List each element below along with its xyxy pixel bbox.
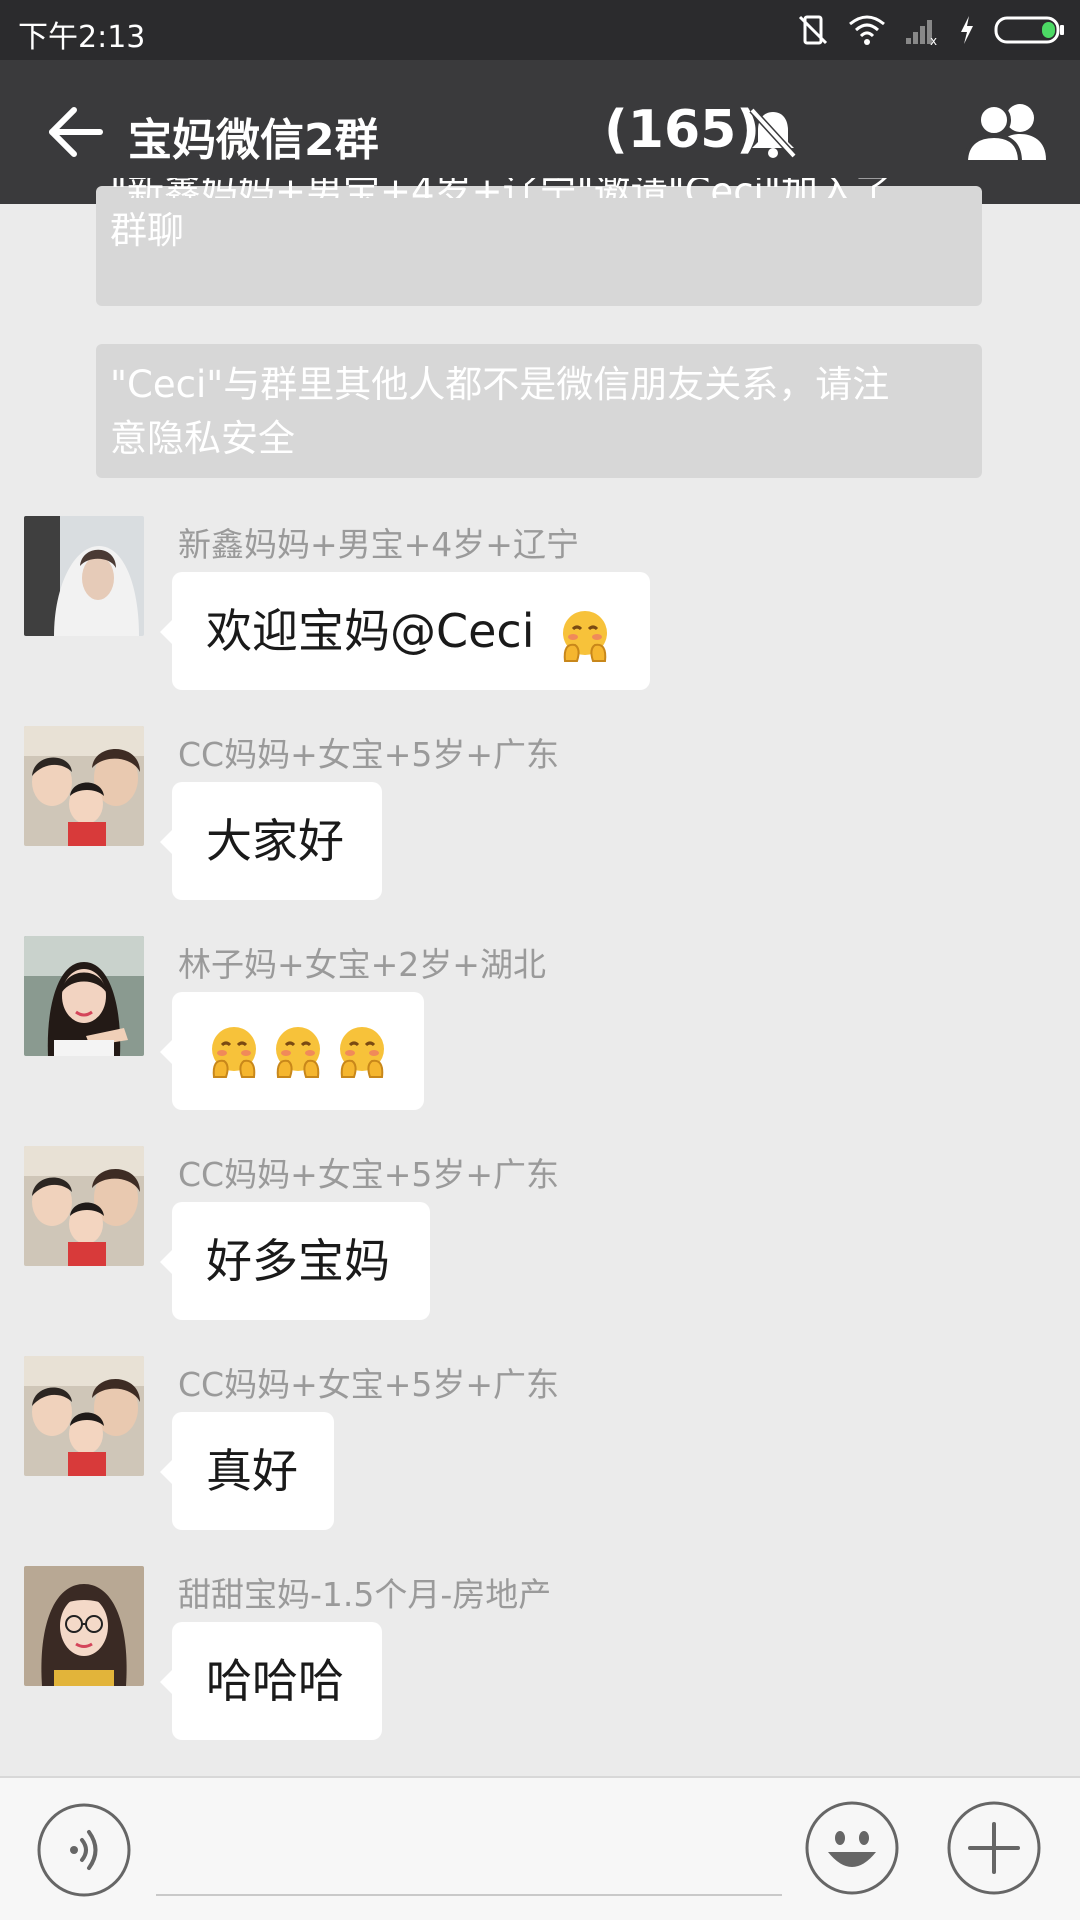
system-notice-privacy: "Ceci"与群里其他人都不是微信朋友关系，请注 意隐私安全 (96, 344, 982, 478)
charging-icon (961, 16, 973, 44)
blushing-hands-emoji-icon (276, 1027, 320, 1078)
avatar[interactable] (24, 1566, 144, 1686)
bell-off-icon (749, 107, 797, 159)
avatar[interactable] (24, 726, 144, 846)
blushing-hands-emoji-icon (340, 1027, 384, 1078)
message-item: 新鑫妈妈+男宝+4岁+辽宁 欢迎宝妈@Ceci (0, 516, 1080, 696)
smiley-icon[interactable] (804, 1800, 900, 1896)
message-bubble[interactable]: 真好 (160, 1412, 334, 1530)
message-bubble[interactable]: 大家好 (160, 782, 382, 900)
arrow-left-icon[interactable] (44, 104, 104, 160)
input-bar (0, 1776, 1080, 1920)
message-item: 林子妈+女宝+2岁+湖北 (0, 936, 1080, 1116)
sender-name: CC妈妈+女宝+5岁+广东 (178, 1365, 560, 1404)
blushing-hands-emoji-icon (563, 610, 608, 662)
people-icon[interactable] (964, 100, 1050, 164)
message-bubble[interactable] (160, 992, 424, 1110)
notice-line: "Ceci"与群里其他人都不是微信朋友关系，请注 (110, 363, 890, 406)
status-icons: x (796, 10, 1066, 50)
message-bubble[interactable]: 欢迎宝妈@Ceci (160, 572, 650, 690)
emoji-row (206, 992, 390, 1110)
notice-line: 意隐私安全 (110, 417, 295, 460)
message-text: 大家好 (206, 814, 344, 868)
status-time: 下午2:13 (18, 20, 146, 55)
message-item: 甜甜宝妈-1.5个月-房地产 哈哈哈 (0, 1566, 1080, 1746)
system-notice-invite: "新鑫妈妈+男宝+4岁+辽宁"邀请"Ceci"加入了 群聊 (96, 178, 982, 306)
message-item: CC妈妈+女宝+5岁+广东 大家好 (0, 726, 1080, 906)
voice-icon[interactable] (36, 1802, 132, 1898)
sender-name: 林子妈+女宝+2岁+湖北 (178, 945, 546, 984)
notice-line: 群聊 (110, 209, 184, 252)
signal-icon: x (906, 20, 937, 46)
message-bubble[interactable]: 哈哈哈 (160, 1622, 382, 1740)
avatar[interactable] (24, 516, 144, 636)
status-bar: 下午2:13 x (0, 0, 1080, 60)
avatar[interactable] (24, 1146, 144, 1266)
message-bubble[interactable]: 好多宝妈 (160, 1202, 430, 1320)
sender-name: CC妈妈+女宝+5岁+广东 (178, 735, 560, 774)
avatar[interactable] (24, 1356, 144, 1476)
sender-name: CC妈妈+女宝+5岁+广东 (178, 1155, 560, 1194)
blushing-hands-emoji-icon (212, 1027, 256, 1078)
message-input[interactable] (156, 1894, 782, 1896)
message-item: CC妈妈+女宝+5岁+广东 好多宝妈 (0, 1146, 1080, 1326)
message-text: 好多宝妈 (206, 1234, 390, 1288)
notice-line: "新鑫妈妈+男宝+4岁+辽宁"邀请"Ceci"加入了 (110, 178, 968, 198)
message-text: 哈哈哈 (206, 1654, 344, 1708)
chat-title: 宝妈微信2群 (128, 115, 379, 166)
message-text: 真好 (206, 1444, 298, 1498)
sender-name: 新鑫妈妈+男宝+4岁+辽宁 (178, 525, 579, 564)
plus-icon[interactable] (946, 1800, 1042, 1896)
message-text: 欢迎宝妈@Ceci (206, 604, 535, 658)
wifi-icon (849, 15, 885, 45)
avatar[interactable] (24, 936, 144, 1056)
sender-name: 甜甜宝妈-1.5个月-房地产 (178, 1575, 552, 1614)
member-count: (165) (604, 100, 761, 160)
message-item: CC妈妈+女宝+5岁+广东 真好 (0, 1356, 1080, 1536)
vibrate-off-icon (798, 15, 828, 45)
battery-icon (994, 16, 1064, 44)
svg-text:x: x (930, 34, 937, 46)
